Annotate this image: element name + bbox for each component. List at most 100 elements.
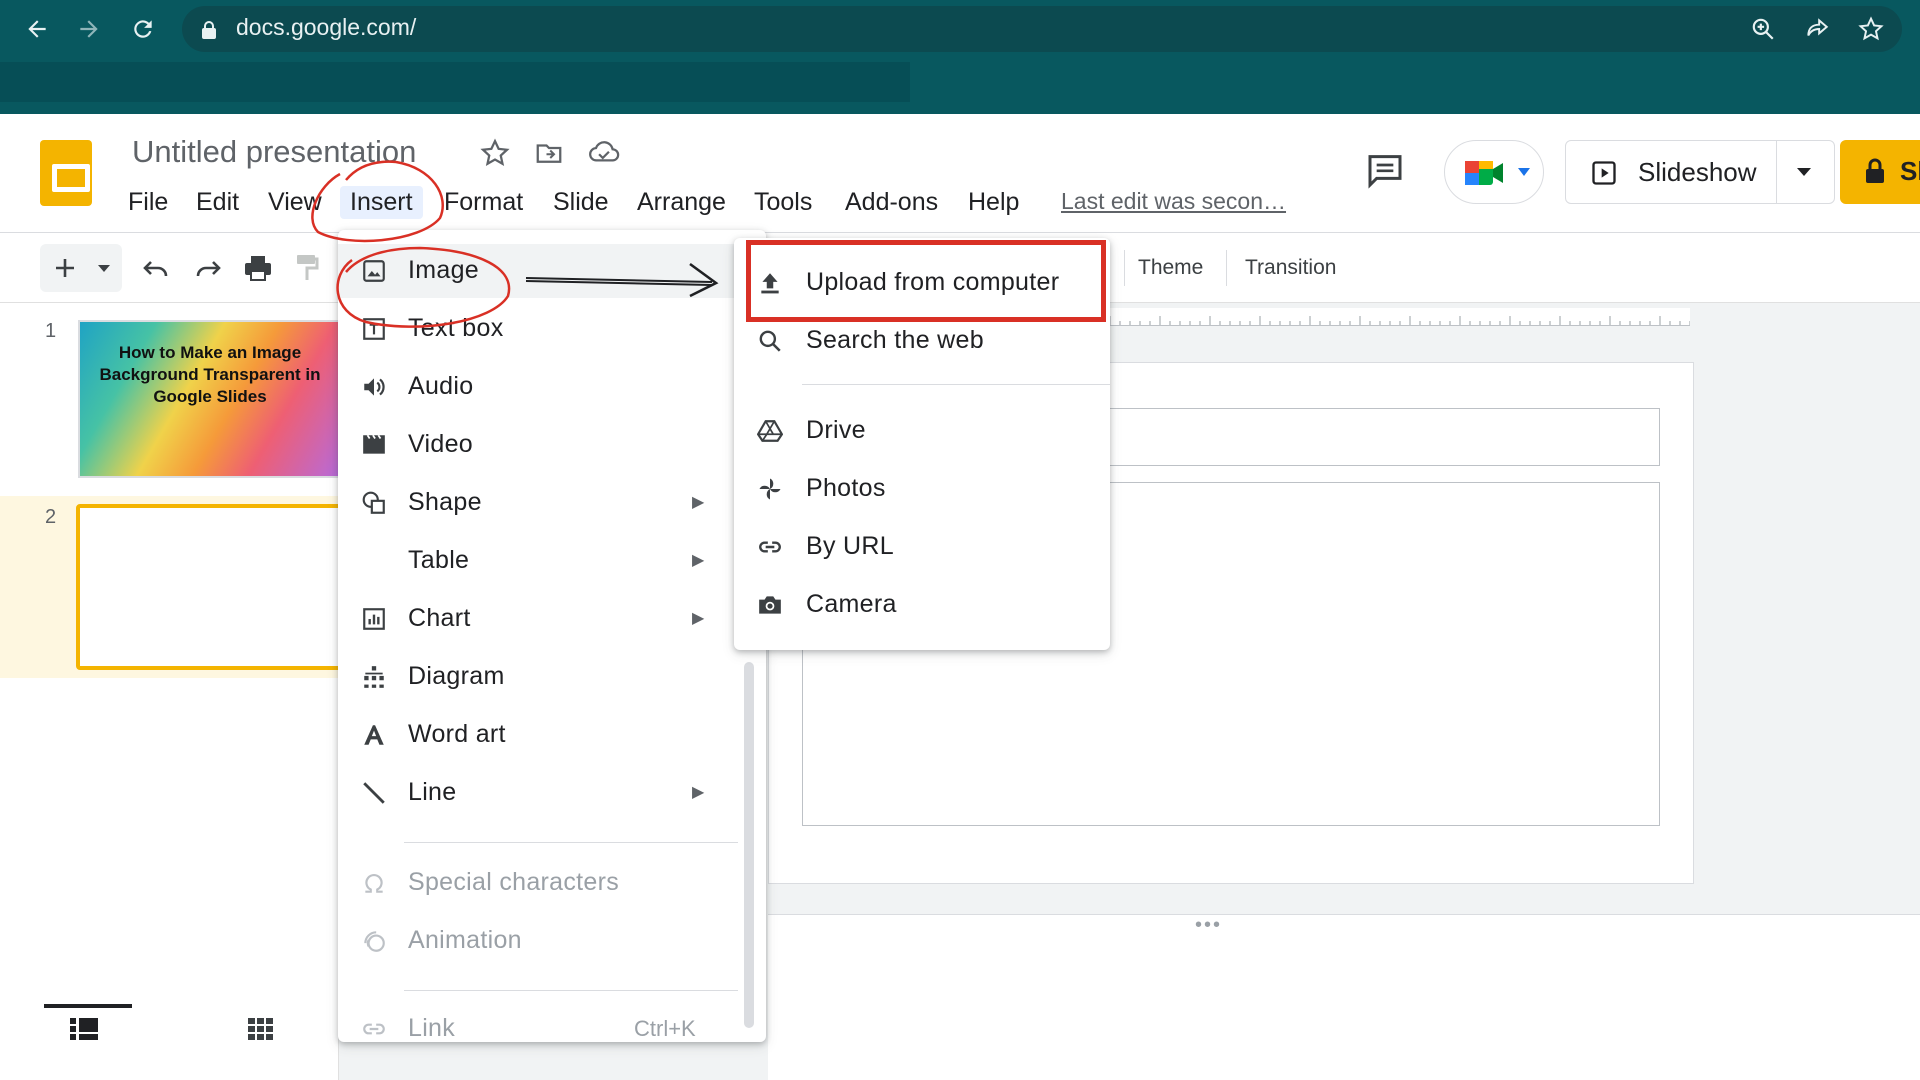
insert-link-item[interactable]: Link Ctrl+K xyxy=(338,1002,766,1042)
menu-help[interactable]: Help xyxy=(958,186,1029,219)
back-arrow-icon[interactable] xyxy=(20,12,54,46)
submenu-arrow-icon: ▶ xyxy=(692,494,705,511)
menu-edit[interactable]: Edit xyxy=(186,186,249,219)
slide-thumbnail-1[interactable]: How to Make an Image Background Transpar… xyxy=(78,320,340,478)
insert-word-art-item[interactable]: Word art xyxy=(338,708,766,762)
bookmarks-bar xyxy=(0,62,910,102)
video-icon xyxy=(360,431,388,459)
slide-thumbnail-2[interactable] xyxy=(76,504,342,670)
active-view-indicator xyxy=(44,1004,132,1008)
camera-icon xyxy=(756,591,784,619)
submenu-item-label: Search the web xyxy=(806,326,984,354)
image-icon xyxy=(360,257,388,285)
menu-format[interactable]: Format xyxy=(434,186,533,219)
new-slide-layout-caret-icon[interactable] xyxy=(92,244,116,292)
zoom-icon[interactable] xyxy=(1748,14,1778,44)
notes-resize-handle[interactable]: ••• xyxy=(1195,914,1222,937)
paint-format-icon[interactable] xyxy=(290,244,324,292)
transition-button[interactable]: Transition xyxy=(1245,256,1336,280)
menu-item-label: Text box xyxy=(408,314,504,342)
forward-arrow-icon[interactable] xyxy=(72,12,106,46)
menu-arrange[interactable]: Arrange xyxy=(627,186,736,219)
menu-item-label: Audio xyxy=(408,372,474,400)
print-icon[interactable] xyxy=(238,244,278,292)
insert-shape-item[interactable]: Shape ▶ xyxy=(338,476,766,530)
meet-caret-icon xyxy=(1517,167,1531,177)
highlight-box-annotation xyxy=(746,240,1106,322)
move-folder-icon[interactable] xyxy=(534,138,564,168)
line-icon xyxy=(360,779,388,807)
meet-icon xyxy=(1463,157,1507,189)
menu-addons[interactable]: Add-ons xyxy=(835,186,948,219)
search-icon xyxy=(756,327,784,355)
audio-icon xyxy=(360,373,388,401)
undo-icon[interactable] xyxy=(136,244,176,292)
menu-tools[interactable]: Tools xyxy=(744,186,822,219)
camera-item[interactable]: Camera xyxy=(734,578,1110,632)
menu-item-label: Video xyxy=(408,430,473,458)
menu-slide[interactable]: Slide xyxy=(543,186,619,219)
submenu-arrow-icon: ▶ xyxy=(692,784,705,801)
menu-item-label: Special characters xyxy=(408,868,620,896)
grid-view-icon[interactable] xyxy=(248,1018,274,1040)
speaker-notes[interactable] xyxy=(768,914,1920,1080)
menu-file[interactable]: File xyxy=(118,186,178,219)
omega-icon xyxy=(360,869,388,897)
slides-logo[interactable] xyxy=(40,140,92,206)
menu-item-label: Shape xyxy=(408,488,482,516)
doc-title[interactable]: Untitled presentation xyxy=(132,134,416,170)
menu-divider xyxy=(404,990,738,991)
insert-text-box-item[interactable]: Text box xyxy=(338,302,766,356)
star-icon[interactable] xyxy=(480,138,510,168)
cloud-status-icon[interactable] xyxy=(588,138,620,168)
insert-table-item[interactable]: Table ▶ xyxy=(338,534,766,588)
drive-item[interactable]: Drive xyxy=(734,404,1110,458)
menu-item-label: Animation xyxy=(408,926,522,954)
menu-view[interactable]: View xyxy=(258,186,332,219)
reload-icon[interactable] xyxy=(126,12,160,46)
share-button[interactable]: Sh xyxy=(1840,140,1920,204)
meet-button[interactable] xyxy=(1444,140,1544,204)
submenu-item-label: Drive xyxy=(806,416,866,444)
slide-number: 1 xyxy=(45,320,57,342)
url-text[interactable]: docs.google.com/ xyxy=(236,14,416,41)
insert-special-characters-item[interactable]: Special characters xyxy=(338,856,766,910)
menu-item-label: Word art xyxy=(408,720,506,748)
menu-insert[interactable]: Insert xyxy=(340,186,423,219)
insert-audio-item[interactable]: Audio xyxy=(338,360,766,414)
redo-icon[interactable] xyxy=(188,244,228,292)
share-label: Sh xyxy=(1900,156,1920,186)
slide-thumbnail-title: How to Make an Image Background Transpar… xyxy=(99,343,321,406)
insert-chart-item[interactable]: Chart ▶ xyxy=(338,592,766,646)
menu-divider xyxy=(404,842,738,843)
chevron-down-icon[interactable] xyxy=(1796,167,1812,177)
insert-line-item[interactable]: Line ▶ xyxy=(338,766,766,820)
search-the-web-item[interactable]: Search the web xyxy=(734,314,1110,368)
by-url-item[interactable]: By URL xyxy=(734,520,1110,574)
shape-icon xyxy=(360,489,388,517)
theme-button[interactable]: Theme xyxy=(1138,256,1203,280)
menu-scrollbar[interactable] xyxy=(744,662,754,1028)
header-divider xyxy=(0,232,1920,233)
address-bar[interactable] xyxy=(182,6,1902,52)
menu-item-label: Table xyxy=(408,546,470,574)
insert-diagram-item[interactable]: Diagram xyxy=(338,650,766,704)
share-icon[interactable] xyxy=(1802,14,1832,44)
comment-history-icon[interactable] xyxy=(1364,150,1406,190)
filmstrip-view-icon[interactable] xyxy=(70,1018,98,1040)
insert-video-item[interactable]: Video xyxy=(338,418,766,472)
word-art-icon xyxy=(360,721,388,749)
last-edit-link[interactable]: Last edit was secon… xyxy=(1061,188,1286,215)
insert-image-item[interactable]: Image xyxy=(338,244,766,298)
link-icon xyxy=(756,533,784,561)
bookmark-star-icon[interactable] xyxy=(1856,14,1886,44)
insert-animation-item[interactable]: Animation xyxy=(338,914,766,968)
submenu-item-label: By URL xyxy=(806,532,894,560)
new-slide-plus-icon[interactable] xyxy=(50,244,80,292)
lock-icon xyxy=(1864,158,1886,184)
photos-item[interactable]: Photos xyxy=(734,462,1110,516)
slideshow-button[interactable]: Slideshow xyxy=(1565,140,1835,204)
menu-item-label: Image xyxy=(408,256,479,284)
menu-item-label: Diagram xyxy=(408,662,505,690)
toolbar-divider xyxy=(1124,250,1125,286)
